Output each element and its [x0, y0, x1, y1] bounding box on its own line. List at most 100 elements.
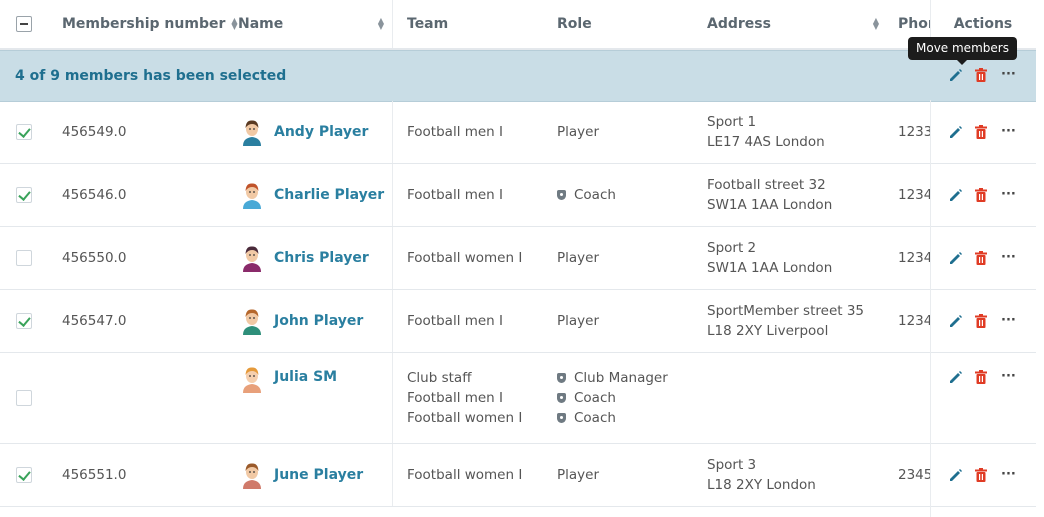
sort-icon[interactable]: ▲ ▼: [378, 17, 384, 31]
address-line: SW1A 1AA London: [707, 197, 833, 213]
delete-icon[interactable]: [975, 370, 987, 384]
role-item: Player: [557, 313, 600, 329]
more-options-icon[interactable]: ···: [1001, 251, 1016, 264]
member-name-link[interactable]: June Player: [274, 444, 363, 506]
column-membership-number[interactable]: Membership number ▲ ▼: [62, 0, 238, 48]
column-team: Team: [407, 16, 449, 32]
table-row[interactable]: 456550.0 Chris Player Football women I P…: [0, 227, 1036, 290]
selection-banner: 4 of 9 members has been selected ···: [0, 50, 1036, 102]
divider: [392, 444, 393, 506]
team-cell: Football men I: [407, 164, 503, 226]
table-row[interactable]: 456546.0 Charlie Player Football men I C…: [0, 164, 1036, 227]
role-item: Coach: [557, 185, 616, 205]
row-actions: ···: [949, 125, 1016, 139]
table-row[interactable]: 456547.0 John Player Football men I Play…: [0, 290, 1036, 353]
member-name-link[interactable]: John Player: [274, 290, 363, 352]
column-name[interactable]: Name ▲ ▼: [238, 0, 384, 48]
avatar: [241, 365, 263, 393]
divider: [930, 100, 931, 517]
shield-icon: [557, 413, 566, 423]
select-all-checkbox[interactable]: [16, 16, 32, 32]
phone-cell: 12345: [898, 187, 930, 203]
delete-icon[interactable]: [975, 314, 987, 328]
more-options-icon[interactable]: ···: [1001, 370, 1016, 383]
member-name-link[interactable]: Julia SM: [274, 367, 337, 387]
address-cell: Sport 3 L18 2XY London: [707, 444, 816, 506]
role-cell: Player: [557, 227, 599, 289]
address-cell: Sport 1 LE17 4AS London: [707, 101, 825, 163]
role-cell: Coach: [557, 164, 616, 226]
row-checkbox[interactable]: [16, 250, 32, 266]
address-line: SportMember street 35: [707, 303, 865, 319]
address-cell: SportMember street 35 L18 2XY Liverpool: [707, 290, 864, 352]
more-options-icon[interactable]: ···: [1001, 125, 1016, 138]
role-item: Club Manager: [557, 368, 668, 388]
table-row[interactable]: 456551.0 June Player Football women I Pl…: [0, 444, 1036, 507]
address-cell: Football street 32 SW1A 1AA London: [707, 164, 832, 226]
more-options-icon[interactable]: ···: [1001, 314, 1016, 327]
more-options-icon[interactable]: ···: [1001, 468, 1016, 481]
phone-cell: 12345: [898, 313, 930, 329]
divider: [392, 0, 393, 48]
address-line: LE17 4AS London: [707, 134, 825, 150]
edit-icon[interactable]: [949, 314, 963, 328]
delete-icon[interactable]: [975, 468, 987, 482]
divider: [392, 227, 393, 289]
team-name: Football men I: [407, 313, 504, 329]
column-address[interactable]: Address ▲ ▼: [707, 0, 879, 48]
more-options-icon[interactable]: ···: [1001, 68, 1016, 81]
edit-icon[interactable]: [949, 370, 963, 384]
avatar: [241, 118, 263, 146]
delete-icon[interactable]: [975, 68, 987, 82]
delete-icon[interactable]: [975, 125, 987, 139]
more-options-icon[interactable]: ···: [1001, 188, 1016, 201]
member-name-link[interactable]: Andy Player: [274, 101, 368, 163]
sort-icon[interactable]: ▲ ▼: [873, 17, 879, 31]
sort-icon[interactable]: ▲ ▼: [231, 17, 237, 31]
members-table: Membership number ▲ ▼ Name ▲ ▼ Team Role A…: [0, 0, 1036, 517]
address-line: Sport 3: [707, 457, 757, 473]
phone-cell: 12345: [898, 250, 930, 266]
table-row[interactable]: 456549.0 Andy Player Football men I Play…: [0, 101, 1036, 164]
team-name: Football men I: [407, 124, 504, 140]
address-line: Football street 32: [707, 177, 826, 193]
edit-icon[interactable]: [949, 251, 963, 265]
edit-icon[interactable]: [949, 125, 963, 139]
table-row[interactable]: Julia SM Club staff Football men I Footbal…: [0, 353, 1036, 444]
team-name: Club staff: [407, 370, 472, 386]
avatar: [241, 244, 263, 272]
membership-number: 456549.0: [62, 124, 127, 140]
team-name: Football women I: [407, 250, 523, 266]
avatar: [241, 181, 263, 209]
address-line: Sport 1: [707, 114, 757, 130]
delete-icon[interactable]: [975, 188, 987, 202]
row-checkbox[interactable]: [16, 187, 32, 203]
team-cell: Football men I: [407, 290, 503, 352]
role-item: Coach: [557, 408, 668, 428]
phone-cell: 23456: [898, 467, 930, 483]
member-name-link[interactable]: Chris Player: [274, 227, 369, 289]
member-name-link[interactable]: Charlie Player: [274, 164, 384, 226]
shield-icon: [557, 393, 566, 403]
move-members-icon[interactable]: [949, 68, 963, 82]
row-actions: ···: [949, 468, 1016, 482]
row-checkbox[interactable]: [16, 467, 32, 483]
membership-number: 456547.0: [62, 313, 127, 329]
address-line: Sport 2: [707, 240, 757, 256]
row-checkbox[interactable]: [16, 313, 32, 329]
team-name: Football women I: [407, 410, 523, 426]
table-header: Membership number ▲ ▼ Name ▲ ▼ Team Role A…: [0, 0, 1036, 50]
edit-icon[interactable]: [949, 188, 963, 202]
role-cell: Player: [557, 290, 599, 352]
address-line: L18 2XY London: [707, 477, 816, 493]
divider: [392, 290, 393, 352]
row-checkbox[interactable]: [16, 124, 32, 140]
bulk-actions: ···: [949, 68, 1016, 82]
team-cell: Football men I: [407, 101, 503, 163]
row-actions: ···: [949, 188, 1016, 202]
membership-number: 456551.0: [62, 467, 127, 483]
divider: [392, 101, 393, 163]
delete-icon[interactable]: [975, 251, 987, 265]
edit-icon[interactable]: [949, 468, 963, 482]
row-checkbox[interactable]: [16, 390, 32, 406]
